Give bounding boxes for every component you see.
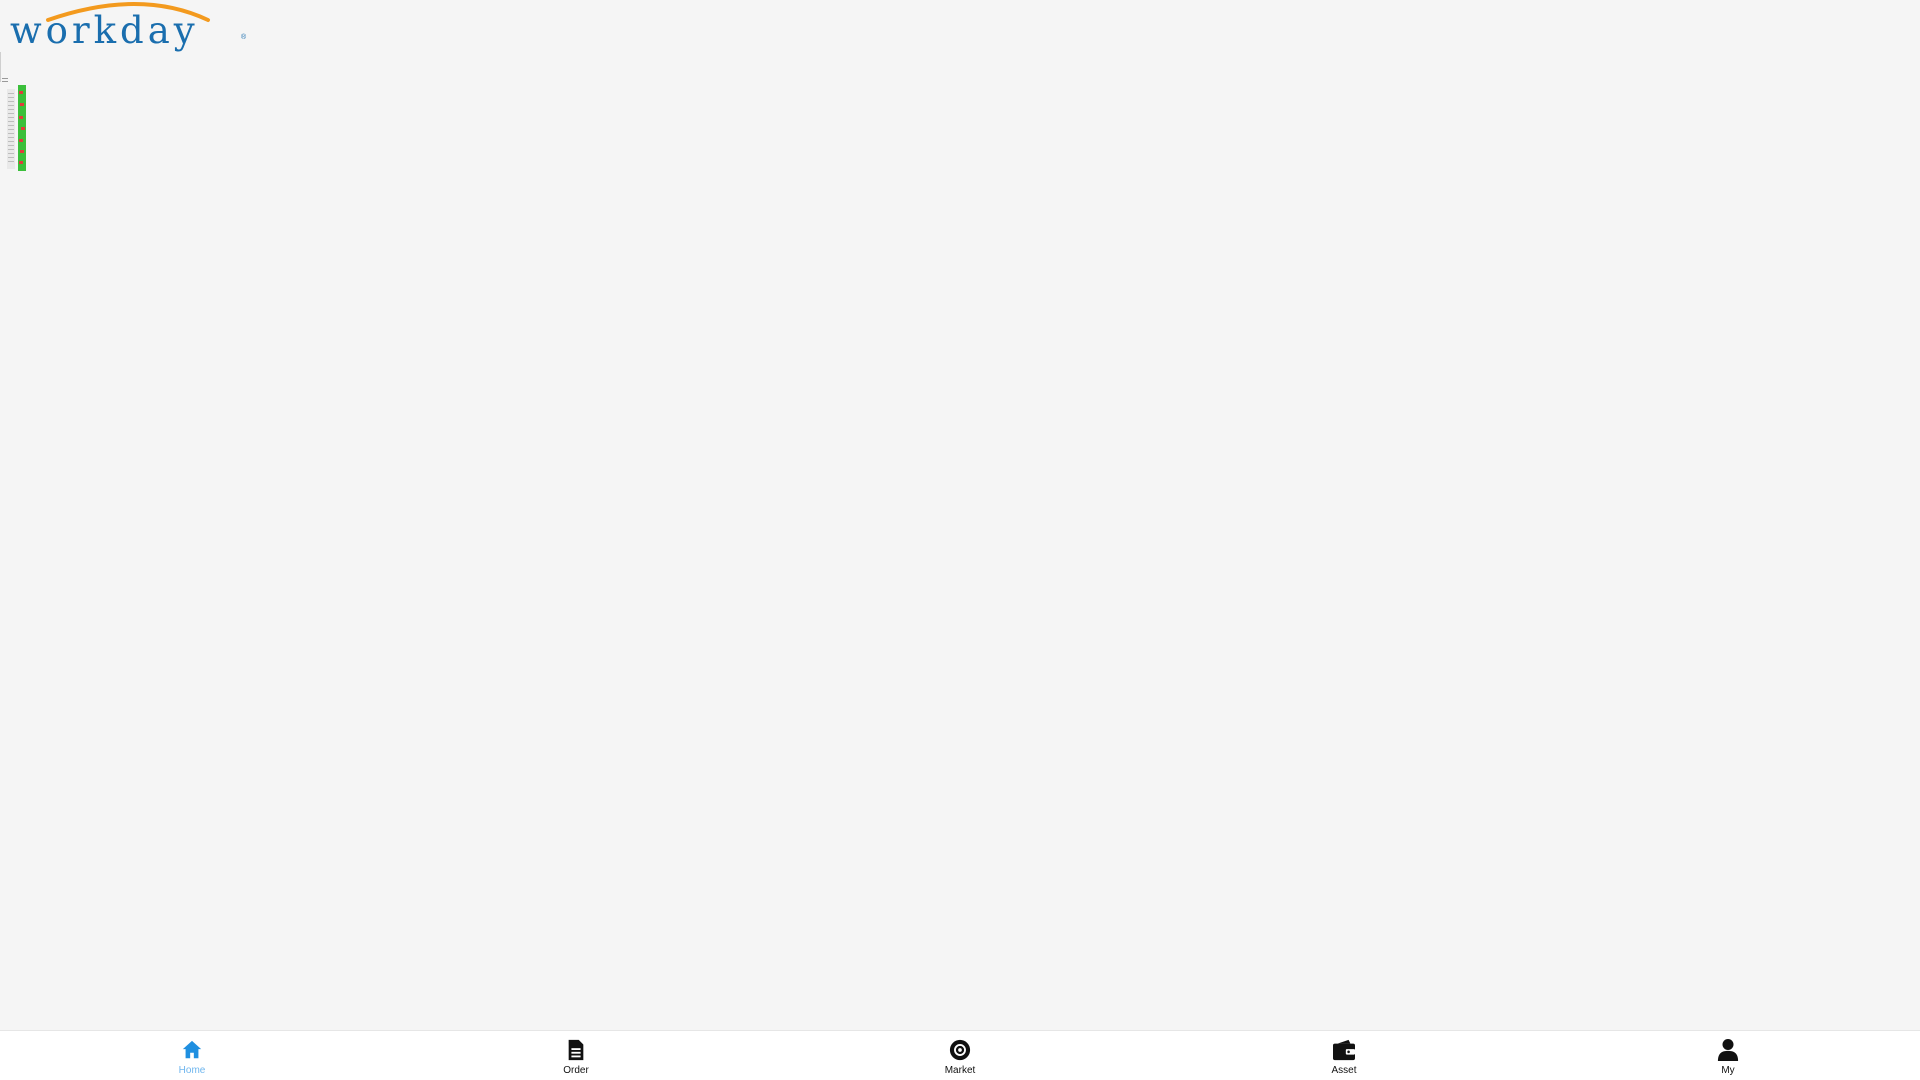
logo-registered-mark: ®: [241, 34, 247, 41]
menu-mark: [2, 78, 8, 79]
bottom-tab-bar: Home Order Market Asset My: [0, 1030, 1920, 1080]
user-icon: [1715, 1037, 1741, 1063]
tab-label-order: Order: [563, 1065, 589, 1076]
tab-label-market: Market: [944, 1065, 976, 1076]
tab-label-my: My: [1721, 1065, 1735, 1076]
tab-asset[interactable]: Asset: [1152, 1031, 1536, 1080]
document-icon: [563, 1037, 589, 1063]
home-icon: [179, 1037, 205, 1063]
logo-text: workday: [10, 9, 199, 52]
tab-home[interactable]: Home: [0, 1031, 384, 1080]
app-page: workday ® Home Order Market Asset My: [0, 0, 1920, 1080]
tab-order[interactable]: Order: [384, 1031, 768, 1080]
tab-market[interactable]: Market: [768, 1031, 1152, 1080]
tab-my[interactable]: My: [1536, 1031, 1920, 1080]
divider: [0, 52, 1, 82]
market-icon: [947, 1037, 973, 1063]
tab-label-asset: Asset: [1331, 1065, 1357, 1076]
menu-mark: [2, 81, 8, 82]
tab-label-home: Home: [178, 1065, 206, 1076]
workday-logo: workday ®: [10, 0, 250, 52]
mini-chart-widget: [7, 85, 26, 171]
wallet-icon: [1331, 1037, 1357, 1063]
